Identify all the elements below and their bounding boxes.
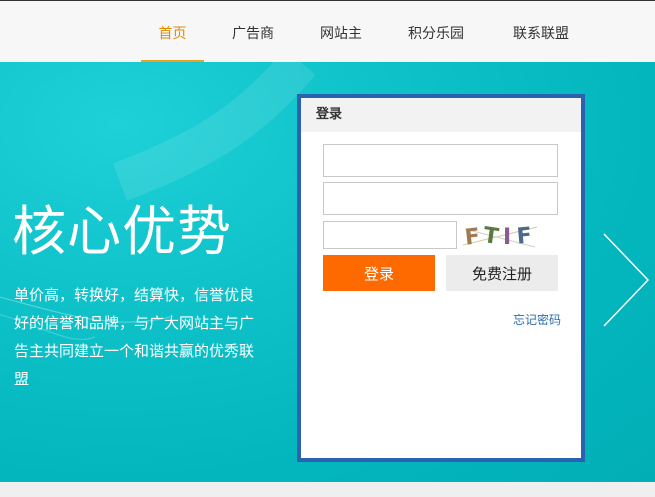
forgot-password-link[interactable]: 忘记密码 (501, 311, 561, 328)
main-nav: 首页 广告商 网站主 积分乐园 联系联盟 (141, 1, 590, 63)
captcha-char: F (464, 224, 482, 250)
password-field[interactable] (323, 182, 558, 215)
nav-item-webmasters[interactable]: 网站主 (302, 1, 380, 63)
nav-item-points-park[interactable]: 积分乐园 (380, 1, 492, 63)
username-field[interactable] (323, 144, 558, 177)
nav-item-home[interactable]: 首页 (141, 1, 204, 63)
nav-item-contact[interactable]: 联系联盟 (492, 1, 590, 63)
login-header: 登录 (301, 98, 581, 132)
nav-item-advertisers[interactable]: 广告商 (204, 1, 302, 63)
captcha-char: F (516, 223, 533, 249)
captcha-input[interactable] (323, 221, 457, 249)
hero-description: 单价高，转换好，结算快，信誉优良好的信誉和品牌，与广大网站主与广告主共同建立一个… (14, 286, 255, 388)
login-panel: 登录 F T I F 登录 免费注册 忘记密码 (297, 94, 585, 462)
login-button[interactable]: 登录 (323, 255, 435, 291)
top-navigation-bar: 首页 广告商 网站主 积分乐园 联系联盟 (0, 0, 655, 63)
chevron-right-icon[interactable] (600, 230, 652, 330)
captcha-image[interactable]: F T I F (461, 219, 541, 251)
hero-title: 核心优势 (12, 200, 232, 263)
register-button[interactable]: 免费注册 (446, 255, 558, 291)
captcha-char: I (503, 225, 511, 250)
